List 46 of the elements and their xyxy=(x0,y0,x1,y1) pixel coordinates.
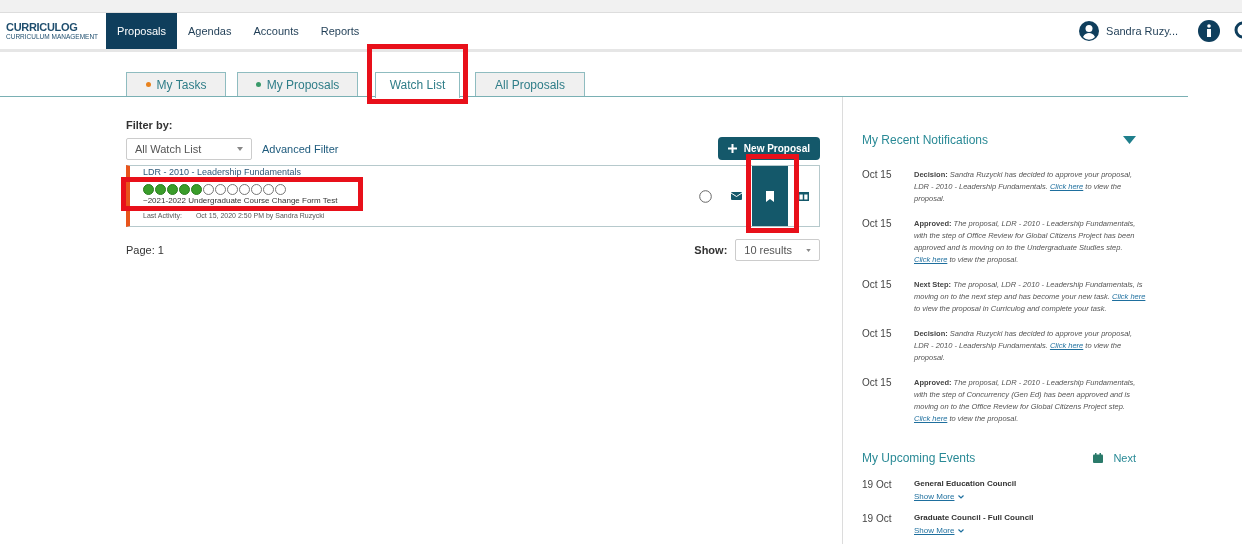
user-avatar-icon[interactable] xyxy=(1079,21,1100,41)
events-heading: My Upcoming Events xyxy=(862,451,976,465)
tab[interactable]: My Proposals xyxy=(237,72,358,96)
collapse-caret-icon[interactable] xyxy=(1123,136,1136,144)
notification-date: Oct 15 xyxy=(862,169,893,182)
notification-date: Oct 15 xyxy=(862,279,893,292)
bookmark-icon xyxy=(766,190,774,202)
tab[interactable]: All Proposals xyxy=(475,72,585,96)
proposal-title[interactable]: LDR - 2010 - Leadership Fundamentals xyxy=(143,167,302,177)
filter-label: Filter by: xyxy=(126,119,174,131)
filter-dropdown[interactable]: All Watch List xyxy=(126,137,252,160)
next-link[interactable]: Next xyxy=(1113,452,1136,464)
watch-button[interactable] xyxy=(752,166,788,226)
notification-date: Oct 15 xyxy=(862,377,893,390)
new-proposal-button[interactable]: New Proposal xyxy=(717,137,820,160)
show-more-link[interactable]: Show More xyxy=(914,492,955,501)
chevron-down-icon[interactable] xyxy=(958,528,965,533)
info-icon[interactable] xyxy=(1198,20,1220,42)
results-dropdown[interactable]: 10 results xyxy=(735,239,820,261)
nav-tab[interactable]: Accounts xyxy=(242,13,310,49)
notifications-heading: My Recent Notifications xyxy=(862,133,989,147)
caret-icon xyxy=(237,146,243,151)
tab[interactable]: Watch List xyxy=(375,71,460,98)
envelope-icon xyxy=(731,192,742,200)
advanced-filter-link[interactable]: Advanced Filter xyxy=(262,142,339,155)
nav-tab[interactable]: Proposals xyxy=(106,13,177,49)
show-label: Show: xyxy=(694,244,728,256)
event-date: 19 Oct xyxy=(862,479,893,492)
nav-tab[interactable]: Agendas xyxy=(177,13,243,49)
nav-tab[interactable]: Reports xyxy=(309,13,371,49)
user-name[interactable]: Sandra Ruzy... xyxy=(1106,25,1178,37)
plus-icon xyxy=(727,144,737,153)
circle-icon xyxy=(699,189,712,203)
notification-date: Oct 15 xyxy=(862,328,893,341)
event-name: Graduate Council - Full Council xyxy=(914,513,1034,522)
proposal-form-name: ~2021-2022 Undergraduate Course Change Form Test xyxy=(143,196,338,205)
tab[interactable]: My Tasks xyxy=(126,72,226,96)
event-name: General Education Council xyxy=(914,479,1017,488)
page-indicator: Page: 1 xyxy=(126,244,164,256)
chevron-down-icon[interactable] xyxy=(958,494,965,499)
show-more-link[interactable]: Show More xyxy=(914,526,955,535)
notification-date: Oct 15 xyxy=(862,218,893,231)
calendar-icon[interactable] xyxy=(1093,453,1104,463)
caret-icon xyxy=(806,248,811,252)
event-date: 19 Oct xyxy=(862,513,893,526)
columns-icon xyxy=(798,191,809,201)
